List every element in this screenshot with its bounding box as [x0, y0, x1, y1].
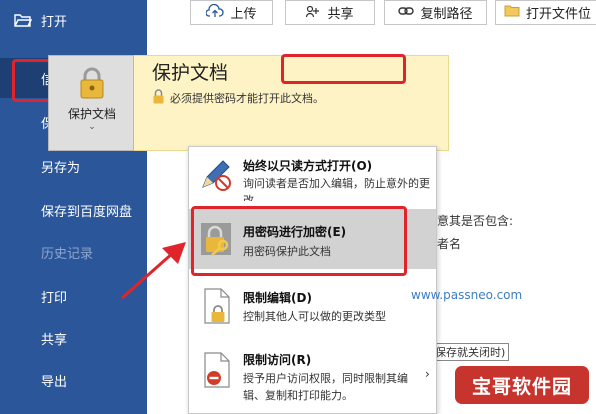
folder-icon [504, 4, 520, 21]
sidebar-item-save-as[interactable]: 另存为 [0, 146, 147, 186]
protect-document-menu: 始终以只读方式打开(O) 询问读者是否加入编辑，防止意外的更改。 用密码进行加密… [188, 146, 437, 414]
share-label: 共享 [327, 7, 354, 22]
site-logo: 宝哥软件园 [455, 366, 589, 404]
document-lock-icon [203, 287, 233, 329]
sidebar-item-share[interactable]: 共享 [0, 318, 147, 358]
menu-item-title: 限制访问(R) [243, 353, 312, 367]
pencil-no-icon [199, 157, 233, 197]
menu-item-restrict-access[interactable]: 限制访问(R) 授予用户访问权限，同时限制其编辑、复制和打印能力。 › [189, 345, 436, 413]
protect-document-label: 保护文档 [67, 107, 116, 121]
sidebar-item-label: 历史记录 [41, 246, 94, 262]
submenu-arrow-icon: › [425, 367, 430, 381]
share-button[interactable]: 共享 [285, 0, 375, 25]
copy-path-button[interactable]: 复制路径 [384, 0, 487, 25]
highlight-box-encrypt [191, 206, 407, 276]
inspect-text: 意其是否包含: [437, 214, 514, 228]
highlight-box-title [281, 54, 406, 84]
protect-document-description: 必须提供密码才能打开此文档。 [170, 92, 324, 105]
menu-item-description: 控制其他人可以做的更改类型 [243, 310, 386, 323]
link-icon [398, 5, 415, 21]
sidebar-item-save-to-baidu[interactable]: 保存到百度网盘 [0, 190, 147, 230]
document-restricted-icon [203, 351, 233, 393]
open-file-location-label: 打开文件位 [526, 7, 592, 22]
sidebar-item-label: 共享 [41, 332, 68, 348]
lock-icon [78, 66, 106, 104]
upload-button[interactable]: 上传 [190, 0, 273, 25]
protect-document-title: 保护文档 [152, 62, 229, 84]
sidebar-item-label: 保存到百度网盘 [41, 204, 133, 220]
folder-open-icon [14, 12, 33, 28]
copy-path-label: 复制路径 [420, 7, 473, 22]
sidebar-item-export[interactable]: 导出 [0, 360, 147, 400]
menu-item-restrict-editing[interactable]: 限制编辑(D) 控制其他人可以做的更改类型 [189, 279, 436, 339]
sidebar-item-label: 另存为 [41, 160, 81, 176]
menu-item-description: 询问读者是否加入编辑，防止意外的更改。 [243, 177, 430, 201]
menu-item-always-read-only[interactable]: 始终以只读方式打开(O) 询问读者是否加入编辑，防止意外的更改。 [189, 147, 436, 202]
small-lock-icon [152, 89, 165, 108]
sidebar-item-label: 打印 [41, 290, 68, 306]
menu-item-title: 限制编辑(D) [243, 291, 312, 305]
share-icon [306, 4, 321, 22]
upload-label: 上传 [230, 7, 257, 22]
author-text: 者名 [437, 237, 462, 251]
menu-item-title: 始终以只读方式打开(O) [243, 159, 373, 173]
cloud-upload-icon [205, 3, 225, 22]
open-file-location-button[interactable]: 打开文件位 [495, 0, 596, 25]
chevron-down-icon: ⌄ [88, 122, 96, 132]
menu-item-description: 授予用户访问权限，同时限制其编辑、复制和打印能力。 [243, 372, 408, 402]
sidebar-item-open[interactable]: 打开 [0, 0, 147, 40]
close-option-text[interactable]: 保存就关闭时) [431, 343, 510, 361]
red-arrow-annotation [121, 242, 186, 300]
sidebar-item-label: 打开 [41, 14, 68, 30]
protect-document-button[interactable]: 保护文档 ⌄ [48, 55, 134, 151]
watermark-text: www.passneo.com [411, 288, 523, 302]
sidebar-item-label: 导出 [41, 374, 68, 390]
